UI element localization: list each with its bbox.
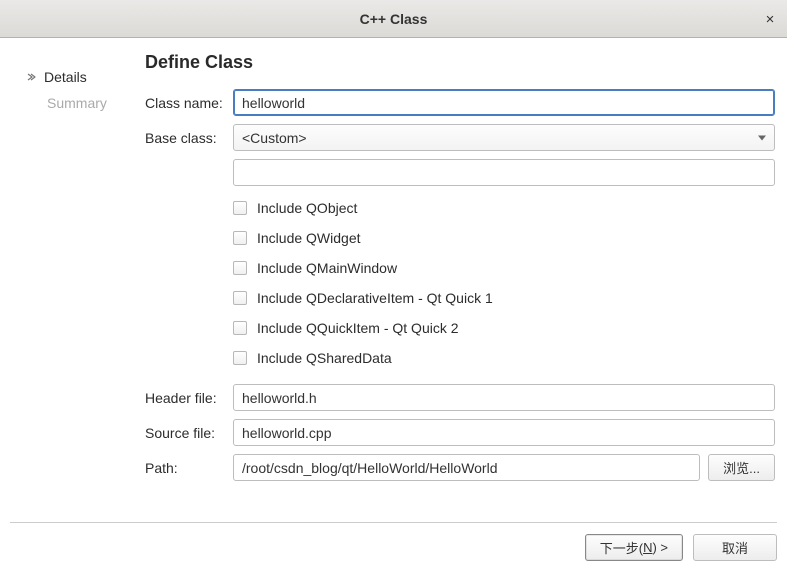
check-include-qmainwindow[interactable]: Include QMainWindow: [233, 260, 775, 276]
check-include-qshareddata[interactable]: Include QSharedData: [233, 350, 775, 366]
base-class-label: Base class:: [145, 130, 233, 146]
window-title: C++ Class: [0, 11, 787, 27]
base-class-custom-input[interactable]: [233, 159, 775, 186]
check-label: Include QMainWindow: [257, 260, 397, 276]
header-file-label: Header file:: [145, 390, 233, 406]
class-name-input[interactable]: [233, 89, 775, 116]
include-options: Include QObject Include QWidget Include …: [145, 200, 775, 366]
nav-step-summary: Summary: [24, 90, 135, 116]
base-class-combo[interactable]: <Custom>: [233, 124, 775, 151]
wizard-nav: Details Summary: [0, 38, 135, 522]
checkbox-icon: [233, 201, 247, 215]
next-button[interactable]: 下一步(N) >: [585, 534, 683, 561]
checkbox-icon: [233, 321, 247, 335]
checkbox-icon: [233, 231, 247, 245]
checkbox-icon: [233, 291, 247, 305]
source-file-label: Source file:: [145, 425, 233, 441]
nav-step-label: Details: [44, 69, 87, 85]
path-input[interactable]: [233, 454, 700, 481]
next-button-prefix: 下一步(: [600, 538, 643, 557]
content-area: Define Class Class name: Base class: <Cu…: [135, 38, 787, 522]
path-label: Path:: [145, 460, 233, 476]
cancel-button[interactable]: 取消: [693, 534, 777, 561]
checkbox-icon: [233, 351, 247, 365]
chevron-right-icon: [24, 72, 44, 82]
close-icon[interactable]: ×: [761, 10, 779, 28]
check-include-qwidget[interactable]: Include QWidget: [233, 230, 775, 246]
next-button-mnemonic: N: [643, 540, 652, 555]
dialog-footer: 下一步(N) > 取消: [10, 522, 777, 564]
check-label: Include QSharedData: [257, 350, 392, 366]
source-file-input[interactable]: [233, 419, 775, 446]
header-file-input[interactable]: [233, 384, 775, 411]
base-class-selected: <Custom>: [242, 130, 307, 146]
chevron-down-icon: [758, 135, 766, 140]
browse-button[interactable]: 浏览...: [708, 454, 775, 481]
check-label: Include QDeclarativeItem - Qt Quick 1: [257, 290, 493, 306]
titlebar: C++ Class ×: [0, 0, 787, 38]
next-button-suffix: ) >: [652, 540, 668, 555]
check-label: Include QQuickItem - Qt Quick 2: [257, 320, 459, 336]
nav-step-label: Summary: [47, 95, 107, 111]
check-include-qdeclarativeitem[interactable]: Include QDeclarativeItem - Qt Quick 1: [233, 290, 775, 306]
nav-step-details[interactable]: Details: [24, 64, 135, 90]
class-name-label: Class name:: [145, 95, 233, 111]
check-include-qquickitem[interactable]: Include QQuickItem - Qt Quick 2: [233, 320, 775, 336]
page-heading: Define Class: [145, 52, 775, 73]
check-include-qobject[interactable]: Include QObject: [233, 200, 775, 216]
check-label: Include QObject: [257, 200, 357, 216]
checkbox-icon: [233, 261, 247, 275]
check-label: Include QWidget: [257, 230, 361, 246]
